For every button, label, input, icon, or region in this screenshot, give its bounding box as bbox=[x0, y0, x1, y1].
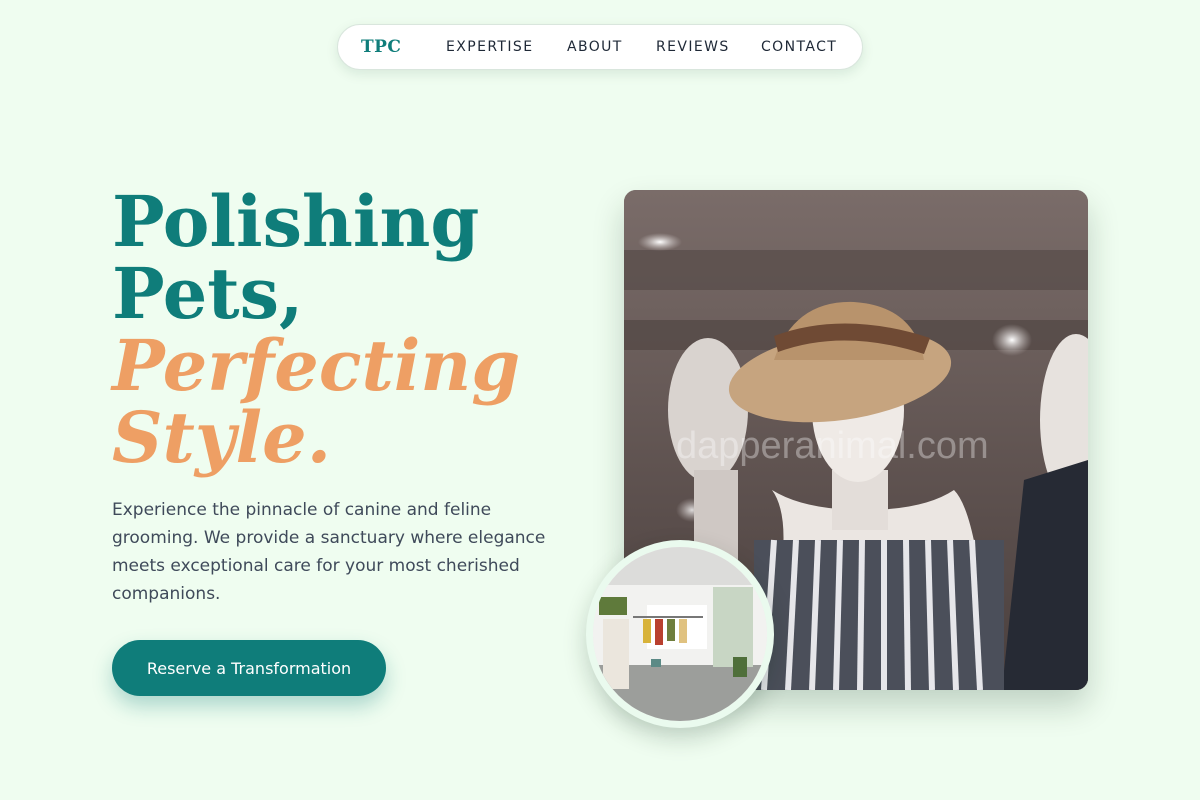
hero-title-line-3: Perfecting bbox=[112, 324, 521, 407]
boutique-interior-photo bbox=[586, 540, 774, 728]
brand-logo[interactable]: TPC bbox=[361, 37, 401, 57]
hero-title-line-1: Polishing bbox=[112, 180, 480, 263]
reserve-button[interactable]: Reserve a Transformation bbox=[112, 640, 386, 696]
nav-link-expertise[interactable]: EXPERTISE bbox=[446, 39, 533, 55]
boutique-photo-art bbox=[593, 547, 767, 721]
hero-description: Experience the pinnacle of canine and fe… bbox=[112, 500, 546, 604]
hero-title-line-2: Pets, bbox=[112, 252, 304, 335]
top-nav: TPC EXPERTISE ABOUT REVIEWS CONTACT bbox=[337, 24, 863, 70]
hero-title: Polishing Pets, Perfecting Style. bbox=[112, 186, 520, 474]
watermark-text: dapperanimal.com bbox=[676, 425, 989, 467]
nav-link-contact[interactable]: CONTACT bbox=[761, 39, 837, 55]
hero-title-line-4: Style. bbox=[112, 396, 332, 479]
nav-link-about[interactable]: ABOUT bbox=[567, 39, 623, 55]
nav-link-reviews[interactable]: REVIEWS bbox=[656, 39, 730, 55]
